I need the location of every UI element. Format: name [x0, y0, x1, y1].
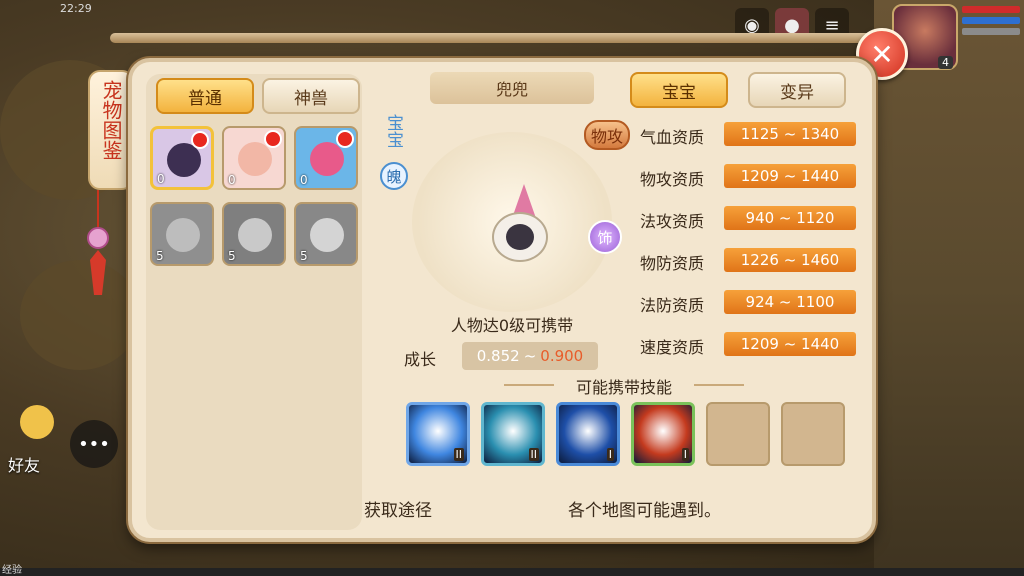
pet-handbook-panel: 普通 神兽 0 0 0 5 5 5 兜兜 宝宝 变异 宝宝 魄 物攻 饰 人物达0级可携带… [128, 58, 876, 542]
pet-count: 0 [157, 172, 165, 186]
growth-low: 0.852 [476, 347, 520, 365]
pet-count: 0 [300, 173, 308, 187]
pet-name-plate: 兜兜 [430, 72, 594, 104]
player-level-badge: 4 [938, 56, 953, 69]
growth-range: 0.852 ~ 0.900 [462, 342, 598, 370]
tab-mutant[interactable]: 变异 [748, 72, 846, 108]
pet-model-face [506, 224, 534, 250]
pet-thumbnail [166, 218, 200, 252]
pet-count: 5 [300, 249, 308, 263]
aptitude-row: 气血资质 1125 ~ 1340 [640, 122, 860, 147]
pet-soul-badge: 魄 [380, 162, 408, 190]
pet-count: 0 [228, 173, 236, 187]
aptitude-value: 1125 ~ 1340 [724, 122, 856, 146]
exp-bar [0, 568, 1024, 576]
pet-slot[interactable]: 0 [150, 126, 214, 190]
tab-normal[interactable]: 普通 [156, 78, 254, 114]
aptitude-row: 物防资质 1226 ~ 1460 [640, 248, 860, 273]
aptitude-label: 速度资质 [640, 338, 705, 357]
friend-icon[interactable] [20, 405, 54, 439]
skill-icon[interactable]: II [406, 402, 470, 466]
aptitude-value: 940 ~ 1120 [724, 206, 856, 230]
friend-label[interactable]: 好友 [8, 452, 40, 476]
obtain-label: 获取途径 [364, 501, 432, 521]
obtain-value: 各个地图可能遇到。 [568, 501, 721, 521]
aptitude-label: 物防资质 [640, 254, 705, 273]
aptitude-value: 1226 ~ 1460 [724, 248, 856, 272]
pet-count: 5 [228, 249, 236, 263]
skill-icon[interactable]: I [631, 402, 695, 466]
skill-level: II [453, 448, 464, 461]
aptitude-value: 924 ~ 1100 [724, 290, 856, 314]
chat-icon[interactable]: ••• [70, 420, 118, 468]
tab-divine-beast[interactable]: 神兽 [262, 78, 360, 114]
tab-normal-label: 普通 [188, 88, 222, 109]
pet-slot[interactable]: 0 [294, 126, 358, 190]
status-time: 22:29 [60, 2, 92, 15]
skill-level: II [528, 448, 539, 461]
aptitude-label: 法防资质 [640, 296, 705, 315]
skill-icon[interactable]: II [481, 402, 545, 466]
player-status-bars [962, 6, 1020, 39]
ornament-button[interactable]: 饰 [588, 220, 622, 254]
pet-thumbnail [310, 142, 344, 176]
pet-handbook-title-text: 宠物图鉴 [99, 80, 123, 160]
new-indicator-dot [191, 131, 209, 149]
aptitude-value: 1209 ~ 1440 [724, 332, 856, 356]
skill-icon[interactable]: I [556, 402, 620, 466]
skill-slot-empty[interactable] [706, 402, 770, 466]
pet-slot[interactable]: 5 [150, 202, 214, 266]
skill-slot-empty[interactable] [781, 402, 845, 466]
pet-list-column: 普通 神兽 0 0 0 5 5 5 [146, 74, 362, 530]
aptitude-label: 气血资质 [640, 128, 705, 147]
growth-separator: ~ [523, 347, 537, 365]
growth-label: 成长 [404, 350, 437, 369]
tab-mutant-label: 变异 [780, 82, 814, 103]
skill-level: I [681, 448, 689, 461]
tab-baby-label: 宝宝 [662, 82, 696, 103]
growth-high: 0.900 [540, 347, 584, 365]
divider-right [694, 384, 744, 386]
exp-label: 经验 [2, 565, 22, 576]
pet-thumbnail [238, 218, 272, 252]
new-indicator-dot [336, 130, 354, 148]
pet-count: 5 [156, 249, 164, 263]
pet-slot[interactable]: 0 [222, 126, 286, 190]
pet-thumbnail [310, 218, 344, 252]
anger-bar [962, 28, 1020, 35]
aptitude-row: 法防资质 924 ~ 1100 [640, 290, 860, 315]
tab-divine-beast-label: 神兽 [294, 88, 328, 109]
pet-name: 兜兜 [495, 80, 528, 99]
pet-type-label: 宝宝 [382, 114, 404, 153]
mp-bar [962, 17, 1020, 24]
close-icon: ✕ [870, 37, 894, 71]
aptitude-value: 1209 ~ 1440 [724, 164, 856, 188]
background-scenery-right [874, 0, 1024, 576]
aptitude-label: 物攻资质 [640, 170, 705, 189]
skill-level: I [606, 448, 614, 461]
pet-thumbnail [238, 142, 272, 176]
aptitude-row: 法攻资质 940 ~ 1120 [640, 206, 860, 231]
aptitude-row: 物攻资质 1209 ~ 1440 [640, 164, 860, 189]
attack-type-badge: 物攻 [584, 120, 630, 150]
pet-slot[interactable]: 5 [222, 202, 286, 266]
skills-title: 可能携带技能 [575, 378, 672, 397]
panel-top-rail [110, 33, 880, 43]
pet-slot[interactable]: 5 [294, 202, 358, 266]
tab-baby[interactable]: 宝宝 [630, 72, 728, 108]
carry-requirement: 人物达0级可携带 [450, 316, 574, 335]
aptitude-row: 速度资质 1209 ~ 1440 [640, 332, 860, 357]
hp-bar [962, 6, 1020, 13]
new-indicator-dot [264, 130, 282, 148]
aptitude-label: 法攻资质 [640, 212, 705, 231]
pet-type-text: 宝宝 [383, 114, 403, 148]
pet-model-stage [412, 132, 612, 312]
tassel-ornament [87, 190, 109, 295]
